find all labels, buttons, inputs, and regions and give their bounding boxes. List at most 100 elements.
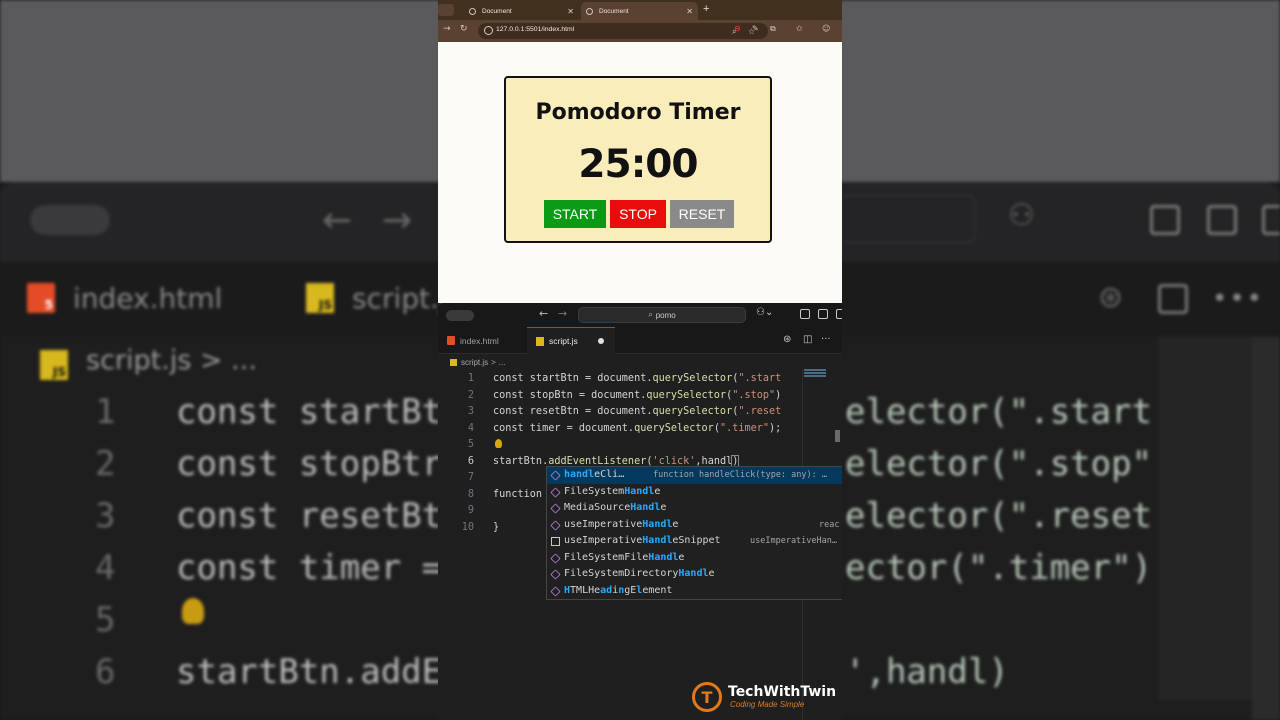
autocomplete-widget: handleCli… function handleClick(type: any… — [546, 466, 842, 600]
more-actions-icon[interactable]: ··· — [821, 334, 831, 345]
background-line-right: elector(".start — [845, 392, 1153, 432]
back-arrow-icon[interactable]: ← — [539, 307, 548, 320]
minimap[interactable] — [804, 369, 834, 381]
background-js-file-icon: JS — [306, 283, 334, 313]
profile-avatar-icon[interactable]: ☺ — [822, 24, 830, 33]
close-tab-icon[interactable]: ✕ — [686, 7, 693, 16]
back-arrow-icon[interactable]: → — [443, 24, 451, 34]
suggestion-item[interactable]: HTMLHeadingElement — [547, 583, 842, 600]
background-panel-icon — [1207, 205, 1237, 235]
line-number: 9 — [467, 505, 474, 516]
suggestion-detail: reac — [819, 519, 840, 530]
code-token: function — [493, 488, 543, 500]
bookmarks-icon[interactable]: ✩ — [796, 24, 803, 33]
suggestion-item[interactable]: FileSystemHandle — [547, 484, 842, 501]
address-bar[interactable]: 127.0.0.1:5501/index.html ⌕ ☆ — [478, 23, 768, 39]
search-icon: ⌕ — [648, 310, 653, 319]
globe-icon — [586, 7, 593, 15]
start-button[interactable]: START — [544, 200, 606, 228]
code-line[interactable]: 1 const startBtn = document.querySelector… — [438, 371, 842, 388]
extension-block-icon[interactable]: ⊖ — [734, 24, 741, 33]
line-code: const stopBtn = document.querySelector("… — [493, 388, 781, 404]
js-file-icon — [536, 336, 544, 346]
browser-tab-title: Document — [599, 7, 629, 15]
code-token: querySelector — [634, 422, 714, 434]
suggestion-item[interactable]: FileSystemFileHandle — [547, 550, 842, 567]
background-copilot-icon: ⚇ — [1008, 198, 1035, 233]
background-tab-index: index.html — [73, 282, 223, 315]
suggestion-item[interactable]: FileSystemDirectoryHandle — [547, 566, 842, 583]
scrollbar[interactable] — [835, 430, 840, 442]
code-token: ".timer" — [719, 422, 770, 434]
breadcrumb-separator: > — [491, 357, 496, 367]
suggestion-label: useImperativeHandleSnippet — [564, 535, 721, 546]
code-line[interactable]: 3 const resetBtn = document.querySelector… — [438, 404, 842, 421]
toggle-sidebar-icon[interactable] — [836, 309, 842, 319]
suggestion-item[interactable]: MediaSourceHandle — [547, 500, 842, 517]
channel-tagline: Coding Made Simple — [730, 700, 805, 709]
background-scrollbar — [1252, 337, 1280, 720]
copilot-icon[interactable]: ⚇⌄ — [756, 307, 773, 318]
pen-extension-icon[interactable]: ✎ — [752, 24, 759, 33]
background-lightbulb-icon — [182, 598, 204, 624]
suggestion-label: handleCli… — [564, 469, 625, 480]
window-controls[interactable] — [446, 310, 474, 321]
lightbulb-icon[interactable] — [495, 439, 502, 448]
code-token: ".reset — [738, 406, 782, 417]
split-editor-icon[interactable]: ◫ — [803, 334, 812, 345]
tab-label: index.html — [460, 335, 499, 346]
pomodoro-card: Pomodoro Timer 25:00 START STOP RESET — [504, 76, 772, 243]
breadcrumb-file[interactable]: script.js — [461, 358, 488, 367]
background-breadcrumb-js-icon: JS — [40, 350, 68, 380]
code-token: ,handl — [695, 455, 733, 467]
suggestion-label: useImperativeHandle — [564, 518, 679, 530]
suggestion-item[interactable]: useImperativeHandleSnippet useImperativeH… — [547, 533, 842, 550]
reload-icon[interactable]: ↻ — [460, 24, 468, 34]
browser-toolbar: → ↻ 127.0.0.1:5501/index.html ⌕ ☆ ⊖ ✎ ⧉ … — [438, 20, 842, 42]
site-info-icon[interactable] — [484, 26, 493, 35]
close-tab-icon[interactable]: ✕ — [567, 7, 574, 16]
symbol-cube-icon — [550, 585, 561, 597]
editor-tab-bar: index.html script.js — [438, 327, 842, 354]
suggestion-detail: function handleClick(type: any): … — [653, 470, 827, 480]
address-url: 127.0.0.1:5501/index.html — [496, 26, 575, 33]
tab-group-button[interactable] — [438, 4, 454, 16]
tab-index-html[interactable]: index.html — [438, 327, 527, 354]
suggestion-label: HTMLHeadingElement — [564, 584, 673, 596]
background-chat-icon: ⊛ — [1098, 280, 1124, 315]
chat-icon[interactable]: ⊛ — [783, 334, 791, 345]
code-token: const startBtn = document. — [493, 373, 653, 384]
code-editor-window: ← → ⌕ pomo ⚇⌄ index.html script.js ⊛ ◫ ·… — [438, 303, 842, 720]
background-line-code: const resetBtn — [176, 496, 463, 536]
command-center-search[interactable]: ⌕ pomo — [578, 307, 746, 323]
browser-tab-document-1[interactable]: Document ✕ — [464, 2, 579, 20]
suggestion-label: FileSystemHandle — [564, 485, 661, 497]
code-token: ) — [731, 454, 740, 468]
suggestion-detail: useImperativeHan… — [750, 536, 837, 546]
code-token: } — [493, 521, 500, 533]
suggestion-item[interactable]: handleCli… function handleClick(type: any… — [547, 467, 842, 484]
background-line-right: elector(".stop") — [845, 444, 1173, 484]
reset-button[interactable]: RESET — [670, 200, 734, 228]
layout-icon[interactable] — [800, 309, 810, 319]
puzzle-extension-icon[interactable]: ⧉ — [770, 24, 776, 34]
html-file-icon — [447, 336, 455, 345]
line-number: 5 — [467, 439, 474, 450]
suggestion-item[interactable]: useImperativeHandle reac — [547, 517, 842, 534]
background-layout-icon — [1150, 205, 1180, 235]
breadcrumb-more[interactable]: ... — [499, 358, 506, 367]
code-line[interactable]: 2 const stopBtn = document.querySelector(… — [438, 388, 842, 405]
background-line-right: ector(".timer"); — [845, 548, 1173, 588]
background-back-arrow-icon: ← — [322, 200, 353, 241]
new-tab-button[interactable]: + — [703, 3, 709, 15]
symbol-cube-icon — [550, 486, 561, 498]
forward-arrow-icon[interactable]: → — [558, 307, 567, 320]
toggle-panel-icon[interactable] — [818, 309, 828, 319]
unsaved-dot-icon[interactable] — [598, 338, 604, 344]
js-file-icon — [450, 358, 457, 366]
line-number: 7 — [467, 472, 474, 483]
stop-button[interactable]: STOP — [610, 200, 666, 228]
code-line[interactable]: 4 const timer = document.querySelector(".… — [438, 421, 842, 438]
background-line-code: const stopBtr — [176, 444, 443, 484]
browser-tab-document-2[interactable]: Document ✕ — [581, 2, 698, 20]
